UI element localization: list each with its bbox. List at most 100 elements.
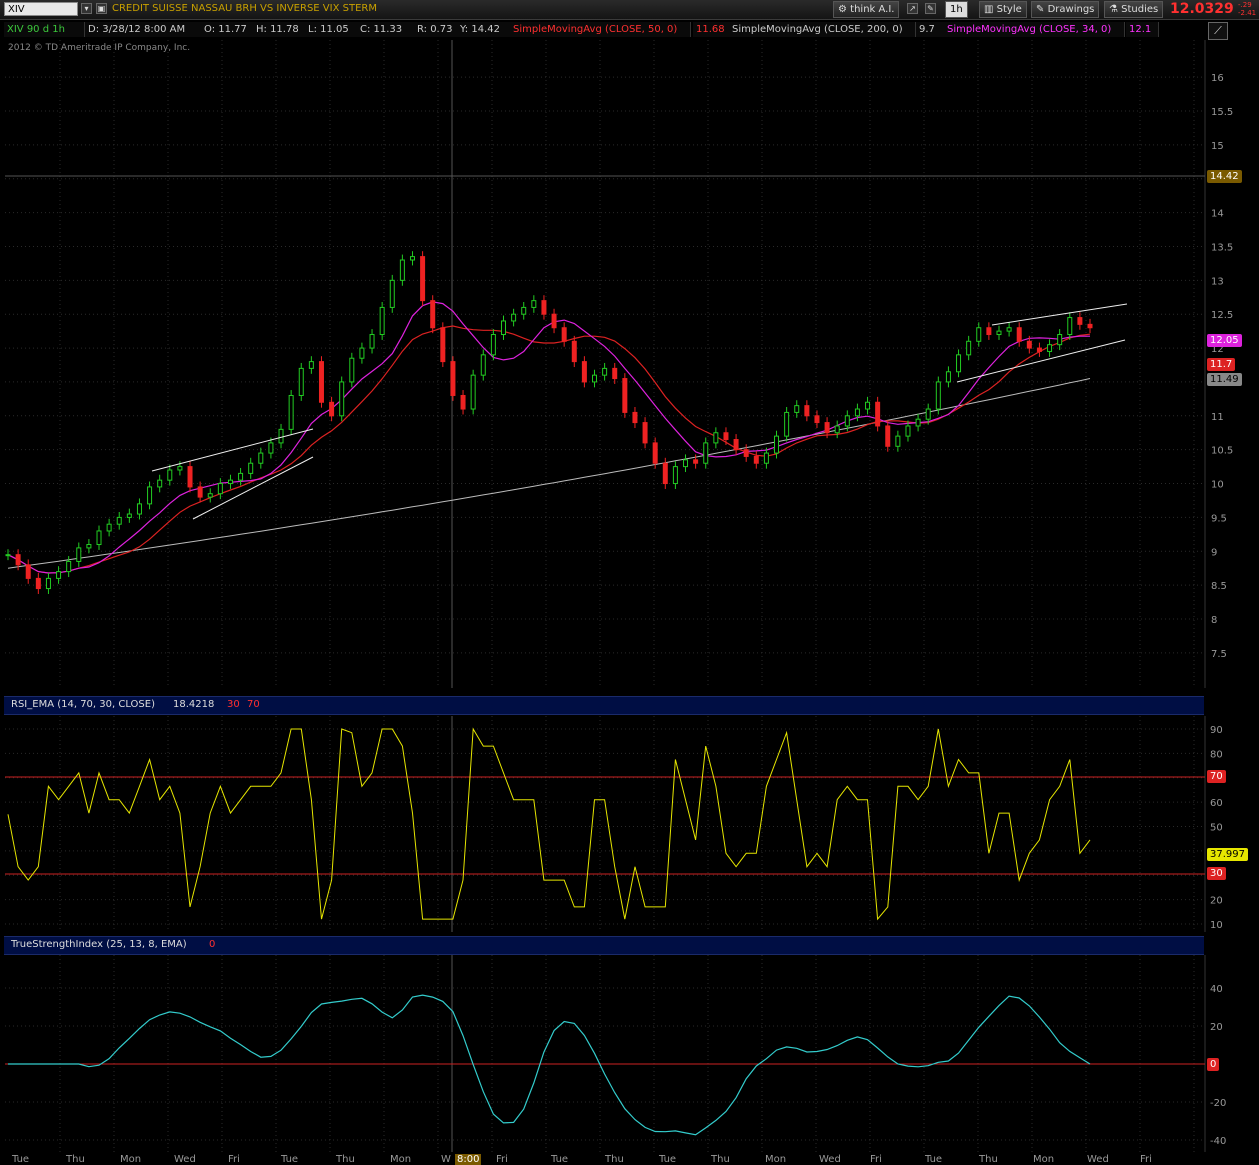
time-axis-label: Fri [228, 1154, 240, 1165]
sma200-tag: 11.49 [1207, 373, 1242, 386]
time-axis-label: Thu [711, 1154, 730, 1165]
candle-body [399, 259, 405, 281]
tsi-zero-tag: 0 [1207, 1058, 1220, 1071]
tsi-zero: 0 [209, 939, 216, 950]
candle-body [1067, 317, 1073, 336]
studies-button[interactable]: ⚗ Studies [1104, 1, 1164, 18]
candle-body [318, 361, 324, 403]
rsi-overbought: 70 [247, 699, 260, 710]
rsi-tick-label: 20 [1210, 896, 1223, 907]
candle-body [531, 300, 537, 308]
time-axis-label: W [441, 1154, 451, 1165]
bar-close: C: 11.33 [357, 22, 416, 37]
candle-body [875, 401, 881, 427]
candle-body [430, 300, 436, 329]
candle-body [490, 334, 496, 356]
candle-body [76, 547, 82, 562]
candle-body [632, 411, 638, 424]
candle-body [1057, 334, 1063, 346]
sma34-label[interactable]: SimpleMovingAvg (CLOSE, 34, 0) [944, 22, 1125, 37]
symbol-input[interactable]: XIV [4, 2, 78, 16]
candle-body [602, 367, 608, 376]
candle-body [440, 327, 446, 363]
candle-body [925, 408, 931, 420]
net-change: -.29 [1238, 1, 1252, 9]
settings-icon: ⚙ [838, 4, 847, 15]
time-axis-label: Wed [174, 1154, 196, 1165]
candle-body [1006, 327, 1012, 332]
candle-body [278, 428, 284, 444]
tsi-chart[interactable]: 40 20 0 -20 -40 [0, 955, 1259, 1152]
price-tick-label: 14 [1211, 209, 1224, 220]
candle-body [986, 327, 992, 336]
time-axis-label: Fri [870, 1154, 882, 1165]
chart-id[interactable]: XIV 90 d 1h [4, 22, 85, 37]
tsi-tick-label: 20 [1210, 1022, 1223, 1033]
price-tick-label: 9 [1211, 547, 1217, 558]
price-tick-label: 15 [1211, 141, 1224, 152]
time-axis: Tue Thu Mon Wed Fri Tue Thu Mon W 8:00 Fri Tue Thu Tu… [0, 1154, 1259, 1165]
percent-change: -2.41 [1238, 9, 1257, 17]
candle-body [551, 313, 557, 329]
candle-body [177, 466, 183, 471]
candle-body [521, 306, 527, 315]
candle-body [288, 394, 294, 430]
chart-settings-icon[interactable]: ⟋ [1208, 22, 1228, 40]
tsi-label[interactable]: TrueStrengthIndex (25, 13, 8, EMA) [8, 938, 190, 952]
candle-body [885, 425, 891, 447]
timeframe-button[interactable]: 1h [945, 1, 968, 18]
think-ai-label: think A.I. [850, 4, 895, 15]
time-axis-label: Tue [659, 1154, 677, 1165]
candle-body [743, 449, 749, 457]
dropdown-icon[interactable]: ▾ [81, 3, 92, 14]
candle-body [379, 306, 385, 336]
tsi-tick-label: -40 [1210, 1136, 1226, 1147]
sma34-tag: 12.05 [1207, 334, 1242, 347]
price-tick-label: 13.5 [1211, 242, 1233, 253]
candle-body [804, 405, 810, 417]
candle-body [157, 479, 163, 488]
candle-body [1077, 317, 1083, 325]
price-chart[interactable]: 1615.51514.51413.51312.51211.51110.5109.… [0, 40, 1259, 690]
candle-body [1016, 327, 1022, 342]
studies-label: Studies [1121, 4, 1159, 15]
candle-body [308, 361, 314, 369]
candle-body [622, 378, 628, 413]
rsi-tick-label: 90 [1210, 725, 1223, 736]
expand-icon[interactable]: ▣ [96, 3, 107, 14]
candle-body [511, 313, 517, 322]
candle-body [1047, 344, 1053, 352]
candle-body [147, 486, 153, 505]
trendline-upper-2[interactable] [991, 303, 1128, 326]
price-tick-label: 10 [1211, 480, 1224, 491]
style-icon[interactable]: ↗ [907, 3, 918, 14]
time-axis-label: 8:00 [455, 1154, 482, 1165]
candle-body [56, 571, 62, 579]
sma50-label[interactable]: SimpleMovingAvg (CLOSE, 50, 0) [510, 22, 691, 37]
time-axis-label: Wed [819, 1154, 841, 1165]
time-axis-label: Fri [1140, 1154, 1152, 1165]
sma50-value: 11.68 [693, 22, 732, 37]
think-ai-button[interactable]: ⚙ think A.I. [833, 1, 900, 18]
candle-body [1026, 340, 1032, 349]
candle-body [642, 422, 648, 444]
candle-body [723, 432, 729, 441]
rsi-tick-label: 10 [1210, 920, 1223, 931]
bar-high: H: 11.78 [253, 22, 307, 37]
rsi-oversold: 30 [227, 699, 240, 710]
candle-body [15, 554, 21, 566]
drawings-button[interactable]: ✎ Drawings [1031, 1, 1100, 18]
trendline-lower-2[interactable] [956, 339, 1126, 383]
style-button[interactable]: ▥ Style [979, 1, 1027, 18]
candle-body [1087, 323, 1093, 329]
wrench-icon[interactable]: ✎ [925, 3, 936, 14]
candle-body [349, 357, 355, 383]
sma200-label[interactable]: SimpleMovingAvg (CLOSE, 200, 0) [729, 22, 916, 37]
candle-body [187, 466, 193, 488]
candle-body [541, 300, 547, 315]
rsi-label[interactable]: RSI_EMA (14, 70, 30, CLOSE) [8, 698, 158, 712]
candle-body [612, 367, 618, 380]
candle-body [268, 442, 274, 454]
rsi-chart[interactable]: 908070605040302010 [0, 716, 1259, 932]
studies-icon: ⚗ [1109, 4, 1118, 15]
